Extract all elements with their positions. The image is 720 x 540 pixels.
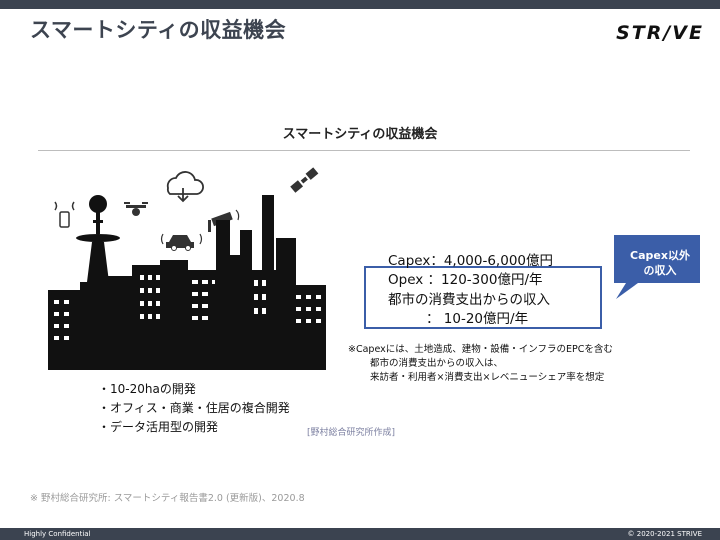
callout-line-2: の収入: [643, 264, 677, 277]
confidential-label: Highly Confidential: [24, 530, 91, 538]
smart-city-illustration: [48, 167, 326, 370]
copyright-label: © 2020-2021 STRIVE: [627, 530, 702, 538]
tower-icon: [76, 195, 120, 290]
bottom-bar: [0, 528, 720, 540]
drone-icon: [124, 202, 148, 216]
note-line-3: 来訪者・利用者×消費支出×レベニューシェア率を想定: [370, 372, 605, 383]
callout-text: Capex以外 の収入: [614, 248, 706, 278]
top-bar: [0, 0, 720, 9]
note-line-1: ※Capexには、土地造成、建物・設備・インフラのEPCを含む: [348, 344, 613, 355]
bullet-item: ・データ活用型の開発: [98, 420, 219, 434]
bullet-item: ・オフィス・商業・住居の複合開発: [98, 401, 290, 415]
note-line-2: 都市の消費支出からの収入は、: [370, 358, 504, 369]
bullet-item: ・10-20haの開発: [98, 382, 196, 396]
source-tag: [野村総合研究所作成]: [307, 428, 396, 438]
car-icon: [160, 233, 203, 251]
strive-logo: STR/VE: [616, 22, 704, 44]
footnote: ※ 野村総合研究所: スマートシティ報告書2.0 (更新版)、2020.8: [30, 493, 305, 504]
smartphone-icon: [54, 201, 75, 228]
opex-line: Opex ：120-300億円/年: [388, 272, 543, 288]
consumption-income-label: 都市の消費支出からの収入: [388, 292, 550, 308]
satellite-icon: [290, 167, 319, 193]
section-divider: [38, 150, 690, 151]
section-title: スマートシティの収益機会: [282, 127, 438, 142]
cloud-download-icon: [166, 171, 204, 203]
consumption-income-value: ： 10-20億円/年: [426, 311, 529, 327]
callout-line-1: Capex以外: [630, 249, 690, 262]
slide-title: スマートシティの収益機会: [30, 18, 287, 42]
buildings-silhouette: [48, 195, 326, 370]
capex-line: Capex：4,000-6,000億円: [388, 253, 553, 269]
